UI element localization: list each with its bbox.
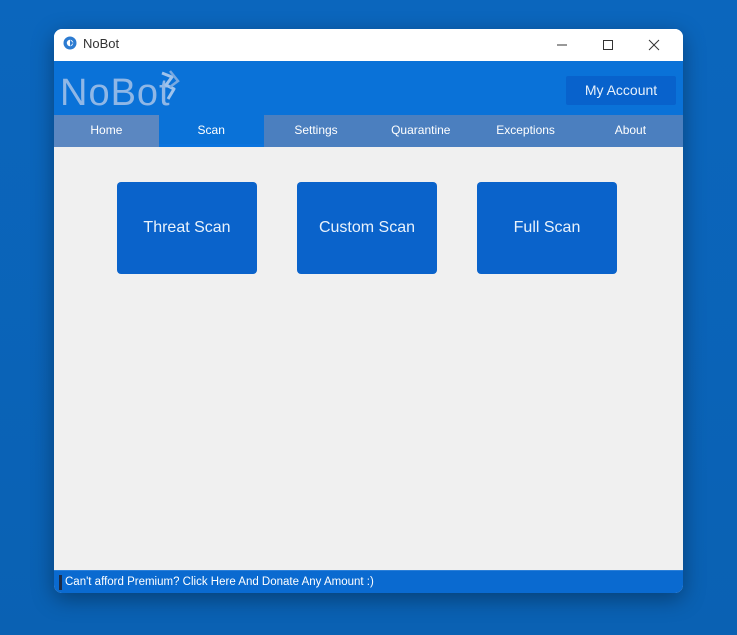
my-account-button[interactable]: My Account (566, 76, 676, 105)
desktop-background: NoBot NoBot My Account Home Scan Setting… (0, 0, 737, 635)
maximize-icon (603, 40, 613, 50)
tab-scan[interactable]: Scan (158, 115, 264, 147)
tab-home[interactable]: Home (54, 115, 159, 147)
title-bar: NoBot (54, 29, 683, 61)
window-title: NoBot (83, 36, 120, 51)
tab-exceptions[interactable]: Exceptions (473, 115, 578, 147)
logo-text: NoBot (60, 72, 171, 114)
maximize-button[interactable] (585, 29, 631, 61)
scan-panel: Threat Scan Custom Scan Full Scan (54, 147, 683, 570)
minimize-icon (557, 44, 567, 46)
logo-mark-icon (161, 70, 180, 100)
tab-bar: Home Scan Settings Quarantine Exceptions… (54, 115, 683, 147)
tab-quarantine[interactable]: Quarantine (368, 115, 473, 147)
app-window: NoBot NoBot My Account Home Scan Setting… (54, 29, 683, 593)
tab-settings[interactable]: Settings (264, 115, 369, 147)
full-scan-button[interactable]: Full Scan (477, 182, 617, 274)
threat-scan-button[interactable]: Threat Scan (117, 182, 257, 274)
close-icon (648, 39, 660, 51)
app-icon (63, 36, 77, 50)
custom-scan-button[interactable]: Custom Scan (297, 182, 437, 274)
tab-about[interactable]: About (578, 115, 683, 147)
app-header: NoBot My Account (54, 61, 683, 115)
close-button[interactable] (631, 29, 677, 61)
minimize-button[interactable] (539, 29, 585, 61)
donate-link[interactable]: Can't afford Premium? Click Here And Don… (65, 575, 374, 590)
banner-marker (59, 575, 62, 590)
donate-banner[interactable]: Can't afford Premium? Click Here And Don… (54, 570, 683, 593)
